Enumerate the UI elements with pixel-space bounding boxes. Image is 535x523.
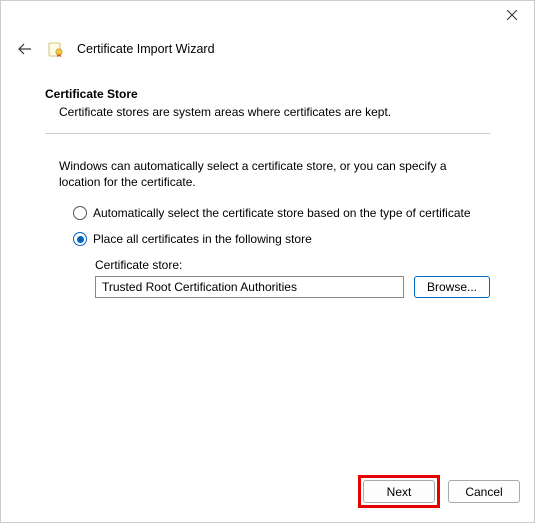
- wizard-header: Certificate Import Wizard: [1, 31, 534, 77]
- radio-manual-label: Place all certificates in the following …: [93, 232, 312, 246]
- store-label: Certificate store:: [95, 258, 490, 272]
- radio-auto-select[interactable]: Automatically select the certificate sto…: [73, 206, 490, 220]
- wizard-title: Certificate Import Wizard: [77, 42, 215, 56]
- certificate-store-input[interactable]: [95, 276, 404, 298]
- next-highlight: Next: [358, 475, 440, 508]
- radio-icon: [73, 206, 87, 220]
- close-button[interactable]: [489, 1, 534, 29]
- radio-manual-store[interactable]: Place all certificates in the following …: [73, 232, 490, 246]
- browse-button[interactable]: Browse...: [414, 276, 490, 298]
- cancel-button[interactable]: Cancel: [448, 480, 520, 503]
- divider: [45, 133, 490, 134]
- radio-auto-label: Automatically select the certificate sto…: [93, 206, 471, 220]
- close-icon: [507, 10, 517, 20]
- back-arrow-icon: [17, 41, 33, 57]
- section-title: Certificate Store: [45, 87, 490, 101]
- certificate-wizard-icon: [47, 40, 65, 58]
- next-button[interactable]: Next: [363, 480, 435, 503]
- intro-text: Windows can automatically select a certi…: [45, 158, 490, 190]
- back-button[interactable]: [15, 39, 35, 59]
- radio-icon: [73, 232, 87, 246]
- section-description: Certificate stores are system areas wher…: [45, 105, 490, 119]
